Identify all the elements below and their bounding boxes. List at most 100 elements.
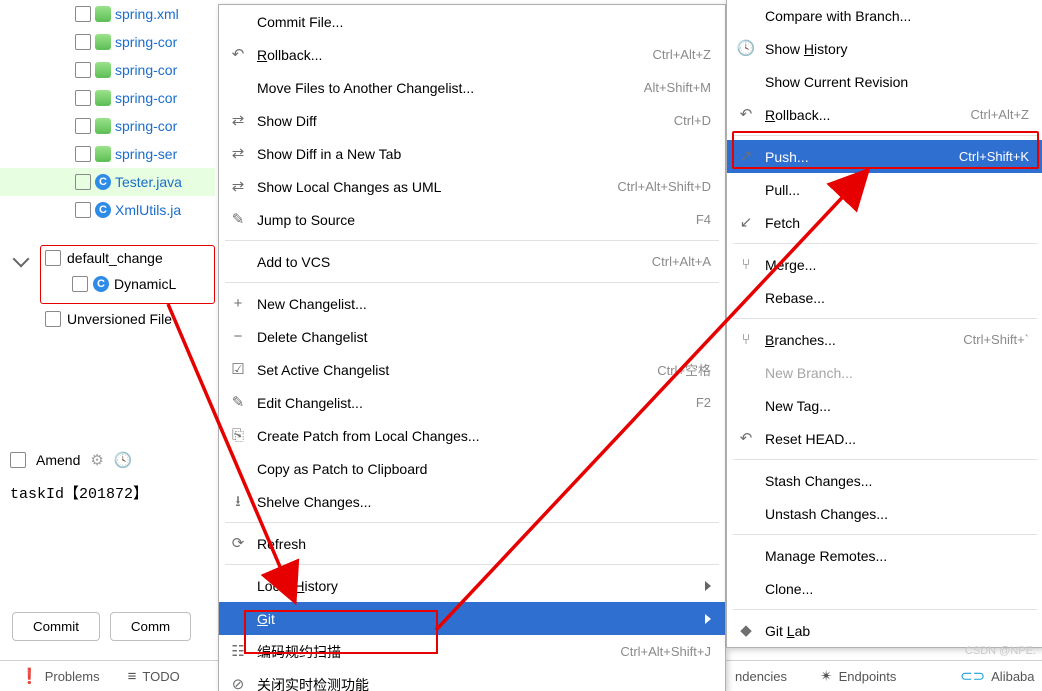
menu-item[interactable]: ⑂Branches...Ctrl+Shift+` (727, 323, 1042, 356)
menu-item[interactable]: Stash Changes... (727, 464, 1042, 497)
menu-icon (229, 577, 247, 595)
menu-item[interactable]: Local History (219, 569, 725, 602)
menu-label: Show Current Revision (765, 74, 1029, 90)
menu-item[interactable]: ↙Fetch (727, 206, 1042, 239)
file-label: spring-cor (115, 90, 177, 106)
menu-item[interactable]: ⭳Shelve Changes... (219, 485, 725, 518)
menu-icon (229, 253, 247, 271)
tree-row[interactable]: spring-cor (0, 28, 215, 56)
menu-icon: ↶ (737, 430, 755, 448)
menu-item[interactable]: ✎Edit Changelist...F2 (219, 386, 725, 419)
checkbox[interactable] (75, 118, 91, 134)
menu-icon (737, 364, 755, 382)
tree-row[interactable]: spring.xml (0, 0, 215, 28)
checkbox[interactable] (75, 174, 91, 190)
shortcut: F4 (696, 212, 711, 227)
file-label: spring-ser (115, 146, 177, 162)
menu-item[interactable]: Add to VCSCtrl+Alt+A (219, 245, 725, 278)
menu-item[interactable]: ↶Rollback...Ctrl+Alt+Z (727, 98, 1042, 131)
amend-checkbox[interactable] (10, 452, 26, 468)
menu-item[interactable]: ⇄Show Diff in a New Tab (219, 137, 725, 170)
menu-item[interactable]: ⇄Show DiffCtrl+D (219, 104, 725, 137)
menu-label: 关闭实时检测功能 (257, 675, 711, 691)
menu-item[interactable]: ☑Set Active ChangelistCtrl+空格 (219, 353, 725, 386)
menu-item[interactable]: Manage Remotes... (727, 539, 1042, 572)
menu-icon (737, 505, 755, 523)
menu-item[interactable]: ⎘Create Patch from Local Changes... (219, 419, 725, 452)
changelist-row[interactable]: default_change (45, 250, 163, 266)
checkbox[interactable] (75, 6, 91, 22)
shortcut: Ctrl+Alt+Z (970, 107, 1029, 122)
menu-item[interactable]: Pull... (727, 173, 1042, 206)
menu-icon (229, 79, 247, 97)
status-problems[interactable]: ❗Problems (20, 669, 100, 684)
todo-icon: ≡ (128, 669, 137, 684)
checkbox[interactable] (75, 202, 91, 218)
changelist-header[interactable] (15, 248, 27, 274)
menu-item[interactable]: Move Files to Another Changelist...Alt+S… (219, 71, 725, 104)
commit-button[interactable]: Commit (12, 612, 100, 641)
tree-row[interactable]: spring-ser (0, 140, 215, 168)
menu-icon: − (229, 328, 247, 346)
menu-item[interactable]: −Delete Changelist (219, 320, 725, 353)
menu-label: Rebase... (765, 290, 1029, 306)
changelist-child[interactable]: C DynamicL (72, 276, 176, 292)
menu-item[interactable]: ⊘关闭实时检测功能 (219, 668, 725, 691)
checkbox[interactable] (45, 250, 61, 266)
gear-icon[interactable]: ⚙ (90, 453, 103, 468)
menu-item[interactable]: Unstash Changes... (727, 497, 1042, 530)
menu-item[interactable]: New Tag... (727, 389, 1042, 422)
tree-row[interactable]: spring-cor (0, 84, 215, 112)
xml-icon (95, 62, 111, 78)
commit-and-button[interactable]: Comm (110, 612, 191, 641)
checkbox[interactable] (72, 276, 88, 292)
menu-item[interactable]: Show Current Revision (727, 65, 1042, 98)
tree-row[interactable]: spring-cor (0, 112, 215, 140)
history-icon[interactable]: 🕓 (114, 453, 133, 468)
amend-bar: Amend ⚙ 🕓 (10, 444, 133, 476)
menu-item[interactable]: ✎Jump to SourceF4 (219, 203, 725, 236)
status-todo[interactable]: ≡TODO (128, 669, 180, 684)
file-label: DynamicL (114, 276, 176, 292)
xml-icon (95, 6, 111, 22)
menu-item[interactable]: Clone... (727, 572, 1042, 605)
menu-item[interactable]: ↶ Reset HEAD... (727, 422, 1042, 455)
menu-label: Show History (765, 41, 1029, 57)
menu-label: Reset HEAD... (765, 431, 1029, 447)
status-deps[interactable]: ndencies (735, 669, 787, 684)
tree-row[interactable]: spring-cor (0, 56, 215, 84)
checkbox[interactable] (75, 146, 91, 162)
menu-item[interactable]: ⑂Merge... (727, 248, 1042, 281)
menu-item[interactable]: ⟳Refresh (219, 527, 725, 560)
file-label: spring-cor (115, 118, 177, 134)
tree-row[interactable]: CXmlUtils.ja (0, 196, 215, 224)
menu-label: Jump to Source (257, 212, 686, 228)
status-alibaba[interactable]: ⊂⊃Alibaba (960, 669, 1035, 684)
menu-item[interactable]: ⇄Show Local Changes as UMLCtrl+Alt+Shift… (219, 170, 725, 203)
push-highlight-box (732, 131, 1039, 169)
menu-label: Move Files to Another Changelist... (257, 80, 634, 96)
menu-item[interactable]: +New Changelist... (219, 287, 725, 320)
unversioned-row[interactable]: Unversioned File (45, 311, 172, 327)
menu-item[interactable]: Copy as Patch to Clipboard (219, 452, 725, 485)
status-endpoints[interactable]: ✴Endpoints (820, 669, 896, 684)
separator (733, 318, 1037, 319)
menu-icon: ⎘ (229, 427, 247, 445)
menu-item[interactable]: 🕓Show History (727, 32, 1042, 65)
menu-label: New Changelist... (257, 296, 711, 312)
menu-item[interactable]: ↶Rollback...Ctrl+Alt+Z (219, 38, 725, 71)
tree-row[interactable]: CTester.java (0, 168, 215, 196)
xml-icon (95, 34, 111, 50)
menu-item[interactable]: Rebase... (727, 281, 1042, 314)
menu-item[interactable]: ◆Git Lab (727, 614, 1042, 647)
menu-icon: ↙ (737, 214, 755, 232)
menu-item[interactable]: Commit File... (219, 5, 725, 38)
checkbox[interactable] (75, 62, 91, 78)
checkbox[interactable] (75, 90, 91, 106)
menu-label: Manage Remotes... (765, 548, 1029, 564)
menu-item[interactable]: Compare with Branch... (727, 0, 1042, 32)
menu-icon: ⑂ (737, 331, 755, 349)
file-label: spring.xml (115, 6, 179, 22)
checkbox[interactable] (45, 311, 61, 327)
checkbox[interactable] (75, 34, 91, 50)
